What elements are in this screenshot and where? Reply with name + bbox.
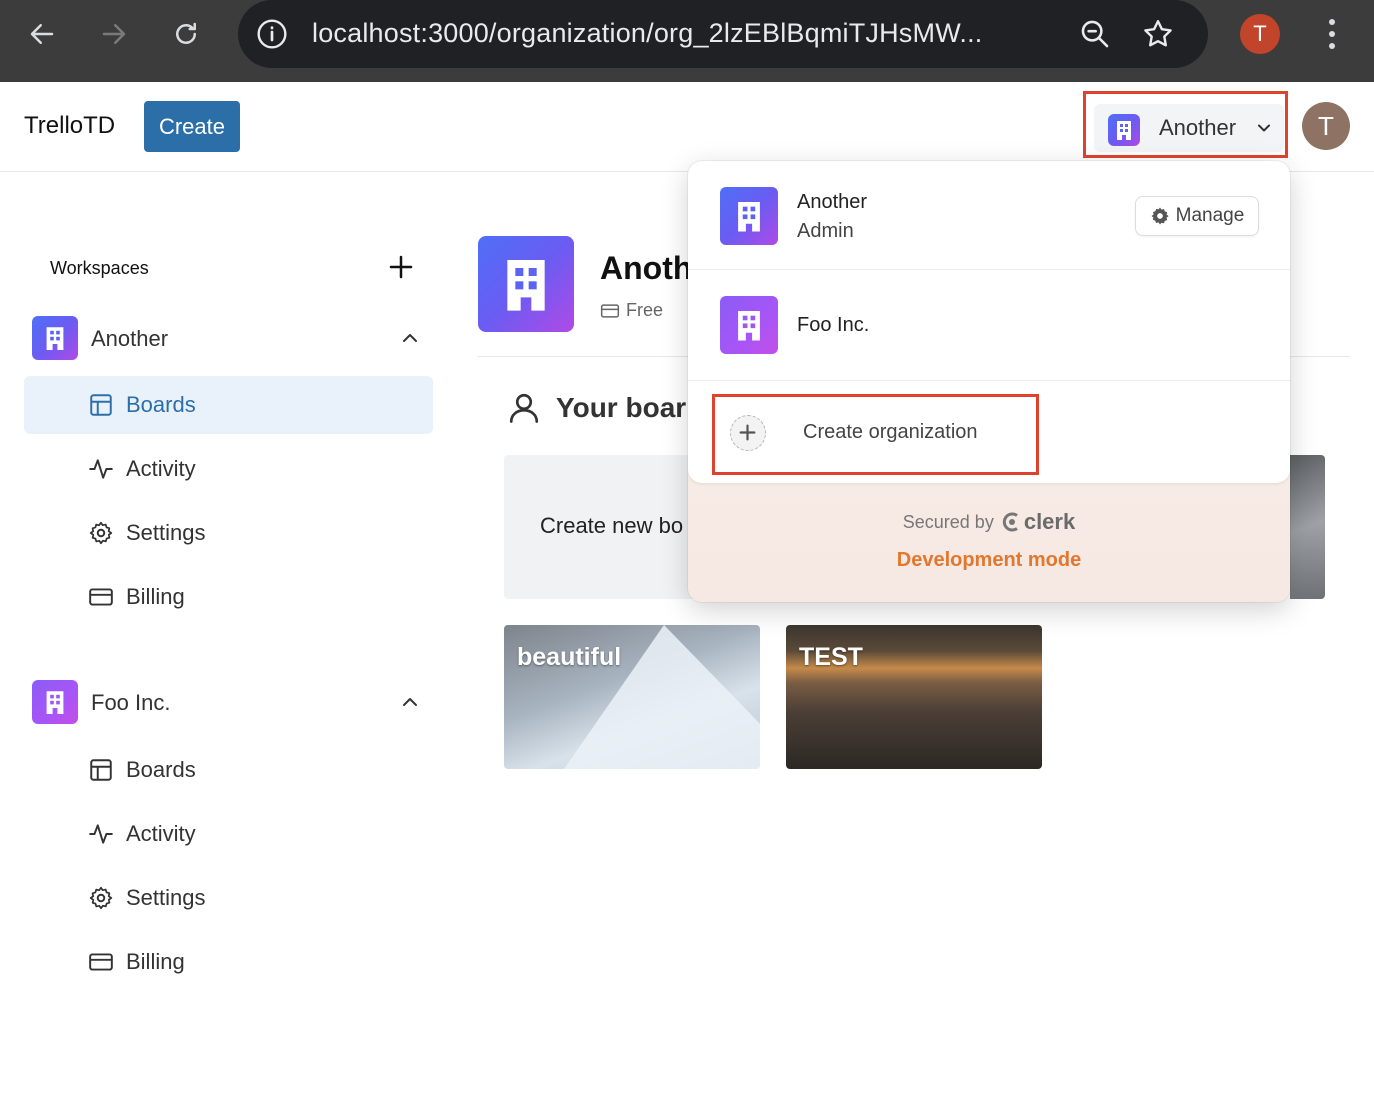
back-button[interactable]: [22, 14, 62, 54]
your-boards-heading: Your boar: [506, 390, 686, 426]
development-mode-label: Development mode: [896, 549, 1082, 571]
board-tile[interactable]: TEST: [786, 625, 1042, 769]
create-organization-button[interactable]: Create organization: [688, 381, 1290, 483]
sidebar-item-label: Settings: [126, 885, 206, 910]
manage-button[interactable]: Manage: [1135, 196, 1259, 236]
workspaces-title: Workspaces: [50, 258, 149, 278]
organization-switcher[interactable]: Another: [1094, 104, 1284, 152]
billing-icon: [89, 953, 113, 971]
chevron-down-icon: [1258, 124, 1270, 132]
org-logo-icon: [720, 187, 778, 245]
create-button[interactable]: Create: [144, 101, 240, 152]
plan-label: Free: [626, 300, 664, 320]
sidebar-item-label: Activity: [126, 821, 196, 846]
reload-icon: [176, 22, 196, 44]
organization-switcher-popover: Another Admin Manage Foo Inc. Create org…: [688, 161, 1290, 602]
manage-label: Manage: [1175, 205, 1245, 226]
url-text[interactable]: localhost:3000/organization/org_2lzEBlBq…: [312, 18, 983, 49]
site-info-icon[interactable]: [256, 18, 288, 50]
board-tile[interactable]: beautiful: [504, 625, 760, 769]
sidebar-item-settings[interactable]: Settings: [24, 869, 433, 927]
sidebar-item-label: Boards: [126, 757, 196, 782]
your-boards-label: Your boar: [556, 392, 687, 423]
org-option-foo-inc[interactable]: Foo Inc.: [688, 271, 1290, 379]
sidebar-item-activity[interactable]: Activity: [24, 805, 433, 863]
plus-circle-icon: [730, 415, 766, 451]
gear-icon: [1151, 207, 1169, 225]
sidebar-item-billing[interactable]: Billing: [24, 568, 433, 626]
app-header: TrelloTD Create Another T: [0, 82, 1374, 172]
address-bar[interactable]: localhost:3000/organization/org_2lzEBlBq…: [238, 0, 1208, 68]
active-org-row: Another Admin Manage: [688, 161, 1290, 269]
credit-card-icon: [600, 303, 620, 318]
chevron-up-icon: [403, 334, 417, 342]
workspace-name: Another: [91, 326, 169, 351]
divider: [688, 269, 1290, 270]
user-icon: [509, 393, 539, 423]
arrow-right-icon: [102, 24, 126, 44]
sidebar-item-label: Billing: [126, 584, 185, 609]
org-logo-icon: [32, 316, 78, 360]
sidebar-item-label: Settings: [126, 520, 206, 545]
sidebar-item-boards[interactable]: Boards: [24, 741, 433, 799]
create-board-label: Create new bo: [540, 513, 684, 538]
sidebar-item-boards[interactable]: Boards: [24, 376, 433, 434]
browser-profile-avatar[interactable]: T: [1240, 14, 1280, 54]
settings-icon: [89, 521, 113, 545]
clerk-logo-icon: [1002, 512, 1018, 532]
board-tile[interactable]: [1290, 455, 1325, 599]
sidebar-item-settings[interactable]: Settings: [24, 504, 433, 562]
org-logo-large: [478, 236, 574, 332]
active-org-name: Another: [797, 191, 868, 213]
bookmark-star-icon[interactable]: [1140, 16, 1176, 52]
boards-icon: [90, 394, 112, 416]
secured-by-footer: Secured by clerk: [688, 509, 1290, 535]
org-logo-icon: [32, 680, 78, 724]
chevron-up-icon: [403, 698, 417, 706]
workspace-accordion-another[interactable]: Another: [32, 316, 432, 362]
organization-list: Another Admin Manage Foo Inc. Create org…: [688, 161, 1290, 483]
org-switcher-label: Another: [1159, 115, 1237, 140]
more-vert-icon[interactable]: [1316, 14, 1348, 54]
workspace-accordion-foo-inc[interactable]: Foo Inc.: [32, 680, 432, 726]
sidebar-item-activity[interactable]: Activity: [24, 440, 433, 498]
boards-icon: [90, 759, 112, 781]
sidebar-item-label: Boards: [126, 392, 196, 417]
user-avatar[interactable]: T: [1302, 102, 1350, 150]
board-title: beautiful: [517, 643, 622, 671]
building-icon: [507, 260, 545, 311]
zoom-icon[interactable]: [1078, 17, 1112, 51]
arrow-left-icon: [30, 24, 54, 44]
org-logo-icon: [720, 296, 778, 354]
browser-toolbar: localhost:3000/organization/org_2lzEBlBq…: [0, 0, 1374, 82]
org-title: Anoth: [600, 250, 693, 286]
reload-button[interactable]: [166, 14, 206, 54]
clerk-label: clerk: [1023, 509, 1076, 534]
board-title: TEST: [799, 643, 863, 671]
org-logo-icon: [1108, 114, 1140, 146]
activity-icon: [89, 824, 113, 844]
settings-icon: [89, 886, 113, 910]
secured-by-label: Secured by: [902, 511, 994, 532]
plan-badge: Free: [600, 300, 663, 321]
workspace-name: Foo Inc.: [91, 690, 171, 715]
brand-logo[interactable]: TrelloTD: [24, 112, 115, 140]
active-org-role: Admin: [797, 220, 854, 242]
sidebar-item-billing[interactable]: Billing: [24, 933, 433, 991]
activity-icon: [89, 459, 113, 479]
add-workspace-icon[interactable]: [386, 252, 416, 282]
sidebar-item-label: Activity: [126, 456, 196, 481]
sidebar-item-label: Billing: [126, 949, 185, 974]
create-organization-label: Create organization: [803, 421, 978, 443]
clerk-logo[interactable]: clerk: [1002, 509, 1075, 535]
org-option-name: Foo Inc.: [797, 314, 870, 336]
forward-button[interactable]: [94, 14, 134, 54]
billing-icon: [89, 588, 113, 606]
